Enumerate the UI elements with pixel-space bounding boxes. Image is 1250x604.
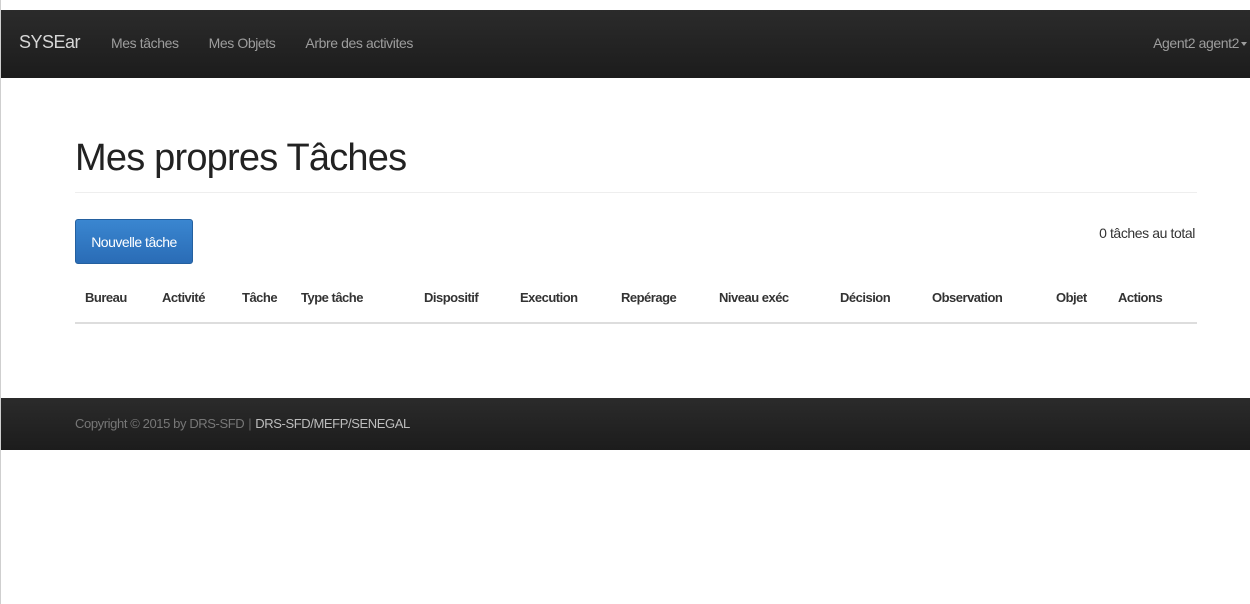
new-task-button[interactable]: Nouvelle tâche: [75, 219, 193, 264]
task-count: 0 tâches au total: [1099, 225, 1195, 241]
column-header-reperage: Repérage: [621, 290, 677, 305]
page-header: Mes propres Tâches: [75, 136, 1197, 193]
nav-link-mes-objets[interactable]: Mes Objets: [209, 35, 276, 51]
column-header-actions: Actions: [1118, 290, 1163, 305]
column-header-objet: Objet: [1056, 290, 1087, 305]
column-header-dispositif: Dispositif: [424, 290, 479, 305]
page-title: Mes propres Tâches: [75, 137, 407, 179]
column-header-execution: Execution: [520, 290, 578, 305]
footer: Copyright © 2015 by DRS-SFD | DRS-SFD/MEFP…: [1, 398, 1250, 450]
user-name: Agent2 agent2: [1153, 35, 1239, 51]
column-header-decision: Décision: [840, 290, 891, 305]
page: SYSEar Mes tâches Mes Objets Arbre des a…: [0, 0, 1250, 604]
footer-separator: |: [248, 416, 252, 431]
nav-link-mes-taches[interactable]: Mes tâches: [111, 35, 179, 51]
nav-link-arbre-activites[interactable]: Arbre des activites: [305, 35, 413, 51]
brand-link[interactable]: SYSEar: [19, 32, 81, 53]
footer-copyright: Copyright © 2015 by DRS-SFD: [75, 416, 245, 431]
column-header-bureau: Bureau: [85, 290, 127, 305]
user-menu-dropdown[interactable]: Agent2 agent2: [1153, 35, 1247, 51]
nav-links: Mes tâches Mes Objets Arbre des activite…: [111, 35, 443, 51]
tasks-table: Bureau Activité Tâche Type tâche Disposi…: [75, 278, 1197, 324]
column-header-activite: Activité: [162, 290, 205, 305]
footer-organization: DRS-SFD/MEFP/SENEGAL: [255, 416, 410, 431]
column-header-type-tache: Type tâche: [301, 290, 363, 305]
column-header-tache: Tâche: [242, 290, 278, 305]
table-header-row: Bureau Activité Tâche Type tâche Disposi…: [75, 278, 1197, 322]
caret-down-icon: [1241, 42, 1247, 46]
column-header-niveau-exec: Niveau exéc: [719, 290, 789, 305]
footer-text: Copyright © 2015 by DRS-SFD | DRS-SFD/MEFP…: [75, 416, 410, 431]
column-header-observation: Observation: [932, 290, 1003, 305]
top-navbar: SYSEar Mes tâches Mes Objets Arbre des a…: [1, 10, 1250, 78]
